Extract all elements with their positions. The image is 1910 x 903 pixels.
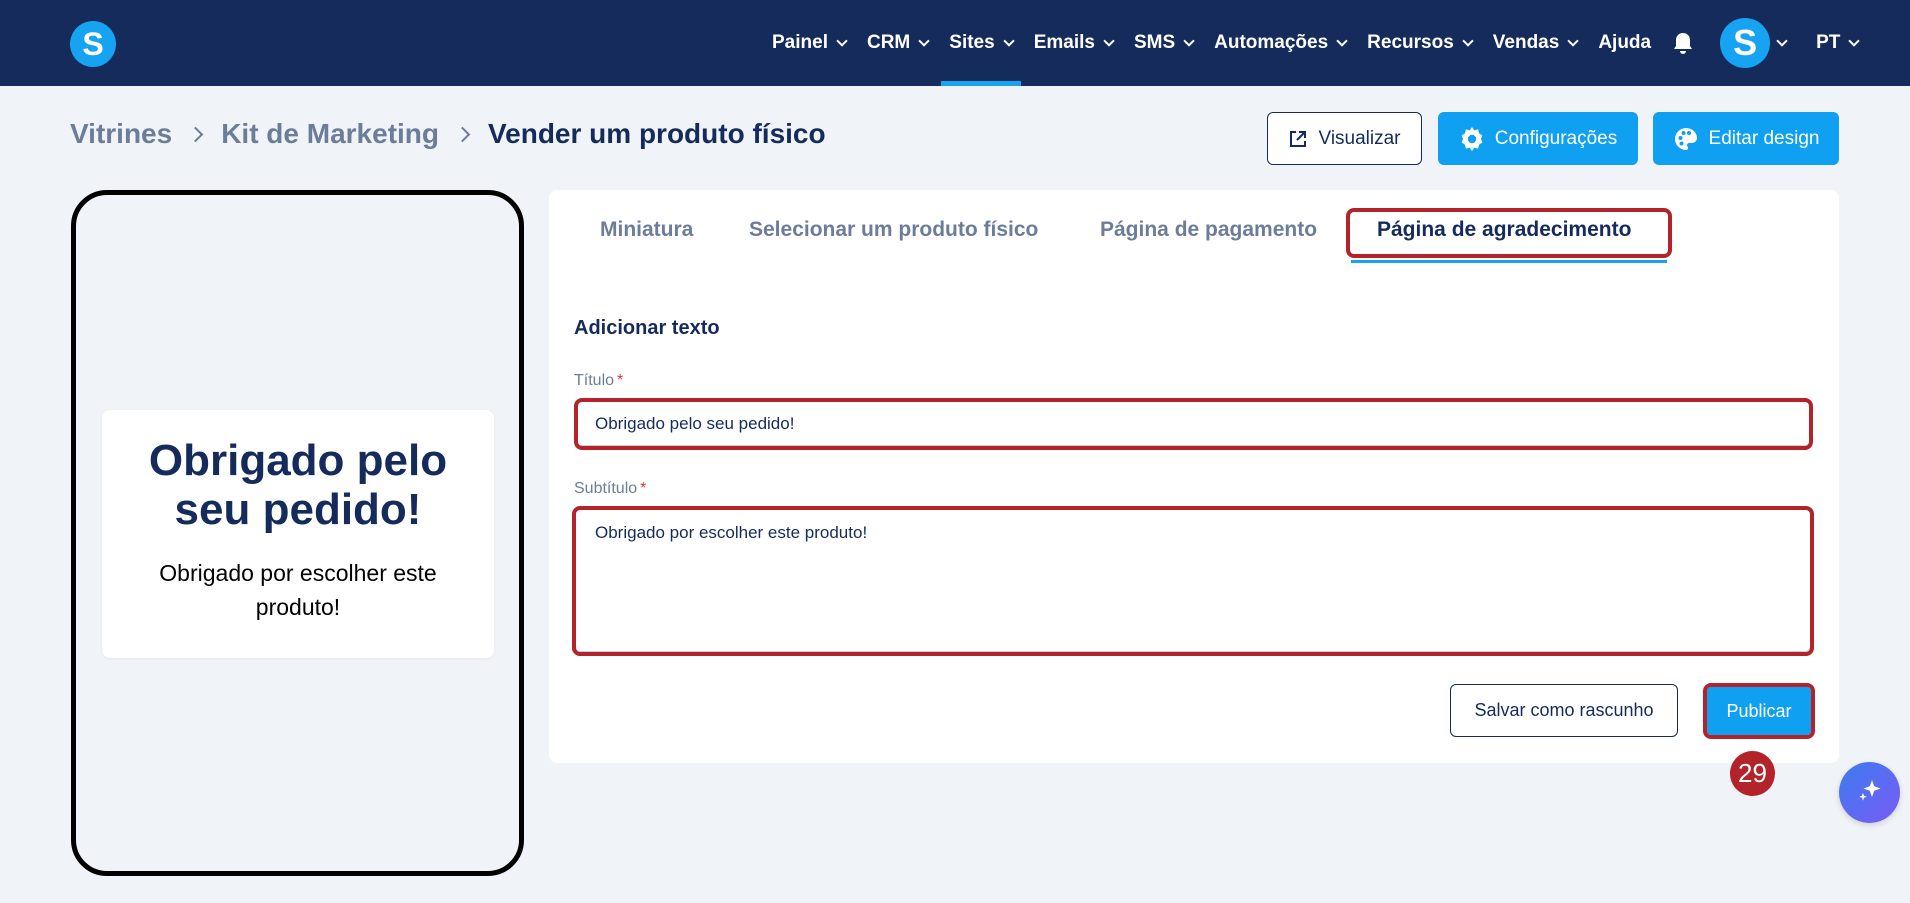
nav-item-emails[interactable]: Emails [1033,0,1115,86]
preview-subtitle: Obrigado por escolher este produto! [159,560,437,620]
preview-title: Obrigado pelo seu pedido! [148,436,448,534]
nav-item-ajuda[interactable]: Ajuda [1598,0,1651,86]
subtitle-textarea-highlight [572,506,1814,656]
nav-label: Painel [772,32,828,53]
chevron-down-icon [1003,34,1015,47]
nav-label: CRM [866,32,911,53]
chevron-down-icon [918,34,930,47]
language-label: PT [1816,32,1841,53]
bell-icon[interactable] [1672,31,1694,55]
nav-label: Ajuda [1598,32,1652,53]
title-label-text: Título [574,372,615,389]
nav-item-sms[interactable]: SMS [1133,0,1195,86]
tab-selecionar-produto[interactable]: Selecionar um produto físico [749,218,1038,242]
editor-panel: Miniatura Selecionar um produto físico P… [549,190,1839,763]
external-link-icon [1288,129,1308,149]
nav-item-crm[interactable]: CRM [866,0,930,86]
chevron-right-icon [187,126,204,142]
nav-label: Automações [1214,32,1329,53]
required-marker: * [617,372,624,389]
edit-design-button[interactable]: Editar design [1653,112,1839,165]
breadcrumb: Vitrines Kit de Marketing Vender um prod… [70,118,826,150]
subtitle-field-label: Subtítulo * [574,480,646,498]
preview-button[interactable]: Visualizar [1267,112,1422,165]
avatar[interactable]: S [1720,18,1771,68]
settings-label: Configurações [1494,127,1618,149]
chevron-down-icon [836,34,848,47]
chevron-down-icon [1567,34,1579,47]
nav-label: Vendas [1492,32,1560,53]
nav-item-sites[interactable]: Sites [941,0,1022,86]
sparkles-icon [1854,774,1886,811]
nav-label: Recursos [1367,32,1454,53]
publish-button-highlight [1703,683,1815,739]
preview-card: Obrigado pelo seu pedido! Obrigado por e… [102,410,494,658]
gear-icon [1459,126,1485,152]
chevron-down-icon [1103,34,1115,47]
subtitle-label-text: Subtítulo [574,480,638,497]
chevron-down-icon [1183,34,1195,47]
breadcrumb-item-kit[interactable]: Kit de Marketing [221,118,439,150]
nav-label: SMS [1133,32,1176,53]
ai-assistant-button[interactable] [1839,762,1900,823]
nav-item-automacoes[interactable]: Automações [1214,0,1348,86]
chevron-down-icon [1848,34,1861,47]
section-title: Adicionar texto [574,317,720,339]
chevron-down-icon[interactable] [1776,34,1788,47]
nav-item-painel[interactable]: Painel [772,0,848,86]
chevron-down-icon [1462,34,1474,47]
nav-label: Emails [1033,32,1095,53]
main-nav: Painel CRM Sites Emails SMS Automações R… [772,0,1861,86]
required-marker: * [640,480,647,497]
top-navbar: S Painel CRM Sites Emails SMS Automações… [0,0,1910,86]
step-number-badge: 29 [1730,751,1775,796]
preview-label: Visualizar [1318,127,1401,149]
title-input-highlight [574,398,1813,450]
page-title: Vender um produto físico [488,118,826,149]
tab-bar: Miniatura Selecionar um produto físico P… [549,190,1839,265]
breadcrumb-item-vitrines[interactable]: Vitrines [70,118,172,150]
save-draft-button[interactable]: Salvar como rascunho [1450,684,1678,737]
nav-item-vendas[interactable]: Vendas [1492,0,1579,86]
edit-design-label: Editar design [1708,127,1820,149]
language-selector[interactable]: PT [1816,0,1861,86]
tab-pagina-pagamento[interactable]: Página de pagamento [1100,218,1317,242]
app-logo[interactable]: S [70,21,116,67]
nav-item-recursos[interactable]: Recursos [1367,0,1474,86]
settings-button[interactable]: Configurações [1438,112,1638,165]
chevron-down-icon [1336,34,1348,47]
tab-highlight-box [1346,208,1672,258]
tab-miniatura[interactable]: Miniatura [600,218,693,242]
palette-icon [1673,126,1699,152]
nav-label: Sites [949,32,995,53]
chevron-right-icon [454,126,471,142]
active-tab-indicator [1351,260,1667,263]
title-field-label: Título * [574,372,623,390]
